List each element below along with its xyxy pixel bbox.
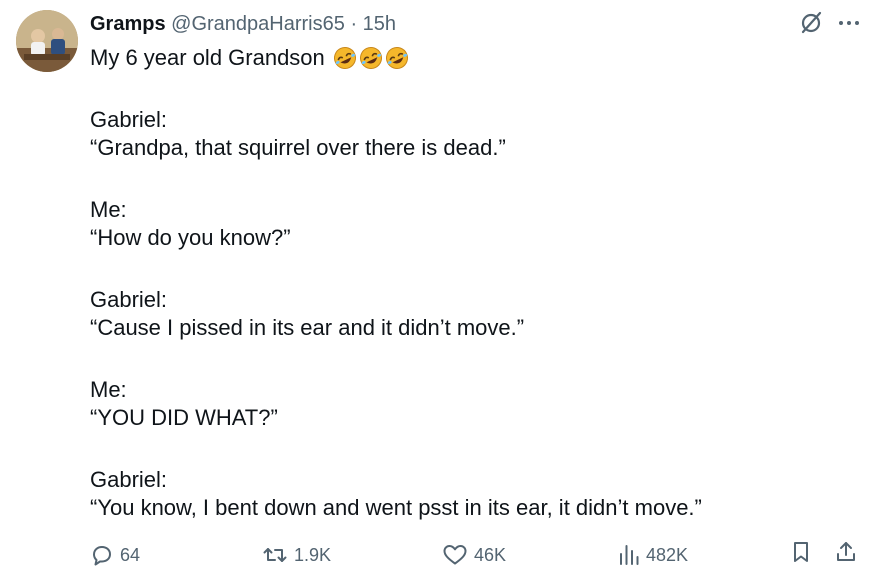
tweet-action-bar: 64 1.9K 46K 482K [90, 540, 870, 570]
heart-icon [443, 545, 467, 565]
speaker-label: Me: [90, 197, 127, 222]
rolling-laughing-emoji-icon [385, 47, 408, 69]
author-name[interactable]: Gramps [90, 13, 166, 35]
like-count: 46K [474, 545, 507, 565]
author-handle[interactable]: @GrandpaHarris65 [171, 13, 345, 35]
emoji-group [333, 46, 409, 70]
rolling-laughing-emoji-icon [333, 47, 356, 69]
quote-text: “How do you know?” [90, 225, 291, 250]
header-separator: · [350, 13, 358, 35]
tweet-top-actions [798, 10, 860, 36]
like-button[interactable]: 46K [442, 540, 506, 570]
views-chart-icon [620, 545, 639, 565]
repost-count: 1.9K [294, 545, 332, 565]
share-button[interactable] [834, 540, 858, 564]
reply-icon [93, 546, 111, 566]
views-count: 482K [646, 545, 689, 565]
rolling-laughing-emoji-icon [359, 47, 382, 69]
speaker-label: Gabriel: [90, 287, 168, 312]
tweet-body: My 6 year old Grandson Gabriel: “Grandpa… [90, 44, 850, 522]
repost-icon [263, 548, 287, 562]
reply-count: 64 [120, 545, 141, 565]
speaker-label: Gabriel: [90, 467, 168, 492]
more-icon[interactable] [838, 19, 860, 27]
tweet-intro-line: My 6 year old Grandson [90, 44, 850, 72]
quote-text: “You know, I bent down and went psst in … [90, 495, 702, 520]
quote-text: “Grandpa, that squirrel over there is de… [90, 135, 506, 160]
avatar-photo-icon [16, 10, 78, 72]
share-icon [837, 542, 855, 561]
repost-button[interactable]: 1.9K [262, 540, 331, 570]
tweet-intro-text: My 6 year old Grandson [90, 45, 325, 70]
tweet-card: Gramps @GrandpaHarris65 · 15h My 6 year … [0, 0, 882, 586]
quote-text: “YOU DID WHAT?” [90, 405, 278, 430]
post-time[interactable]: 15h [363, 13, 396, 35]
tweet-header: Gramps @GrandpaHarris65 · 15h [90, 12, 396, 36]
speaker-label: Gabriel: [90, 107, 168, 132]
speaker-label: Me: [90, 377, 127, 402]
bookmark-button[interactable] [790, 540, 812, 564]
grok-icon[interactable] [798, 10, 824, 36]
avatar[interactable] [16, 10, 78, 72]
quote-text: “Cause I pissed in its ear and it didn’t… [90, 315, 525, 340]
bookmark-icon [794, 542, 808, 562]
reply-button[interactable]: 64 [90, 540, 140, 570]
views-button[interactable]: 482K [618, 540, 688, 570]
